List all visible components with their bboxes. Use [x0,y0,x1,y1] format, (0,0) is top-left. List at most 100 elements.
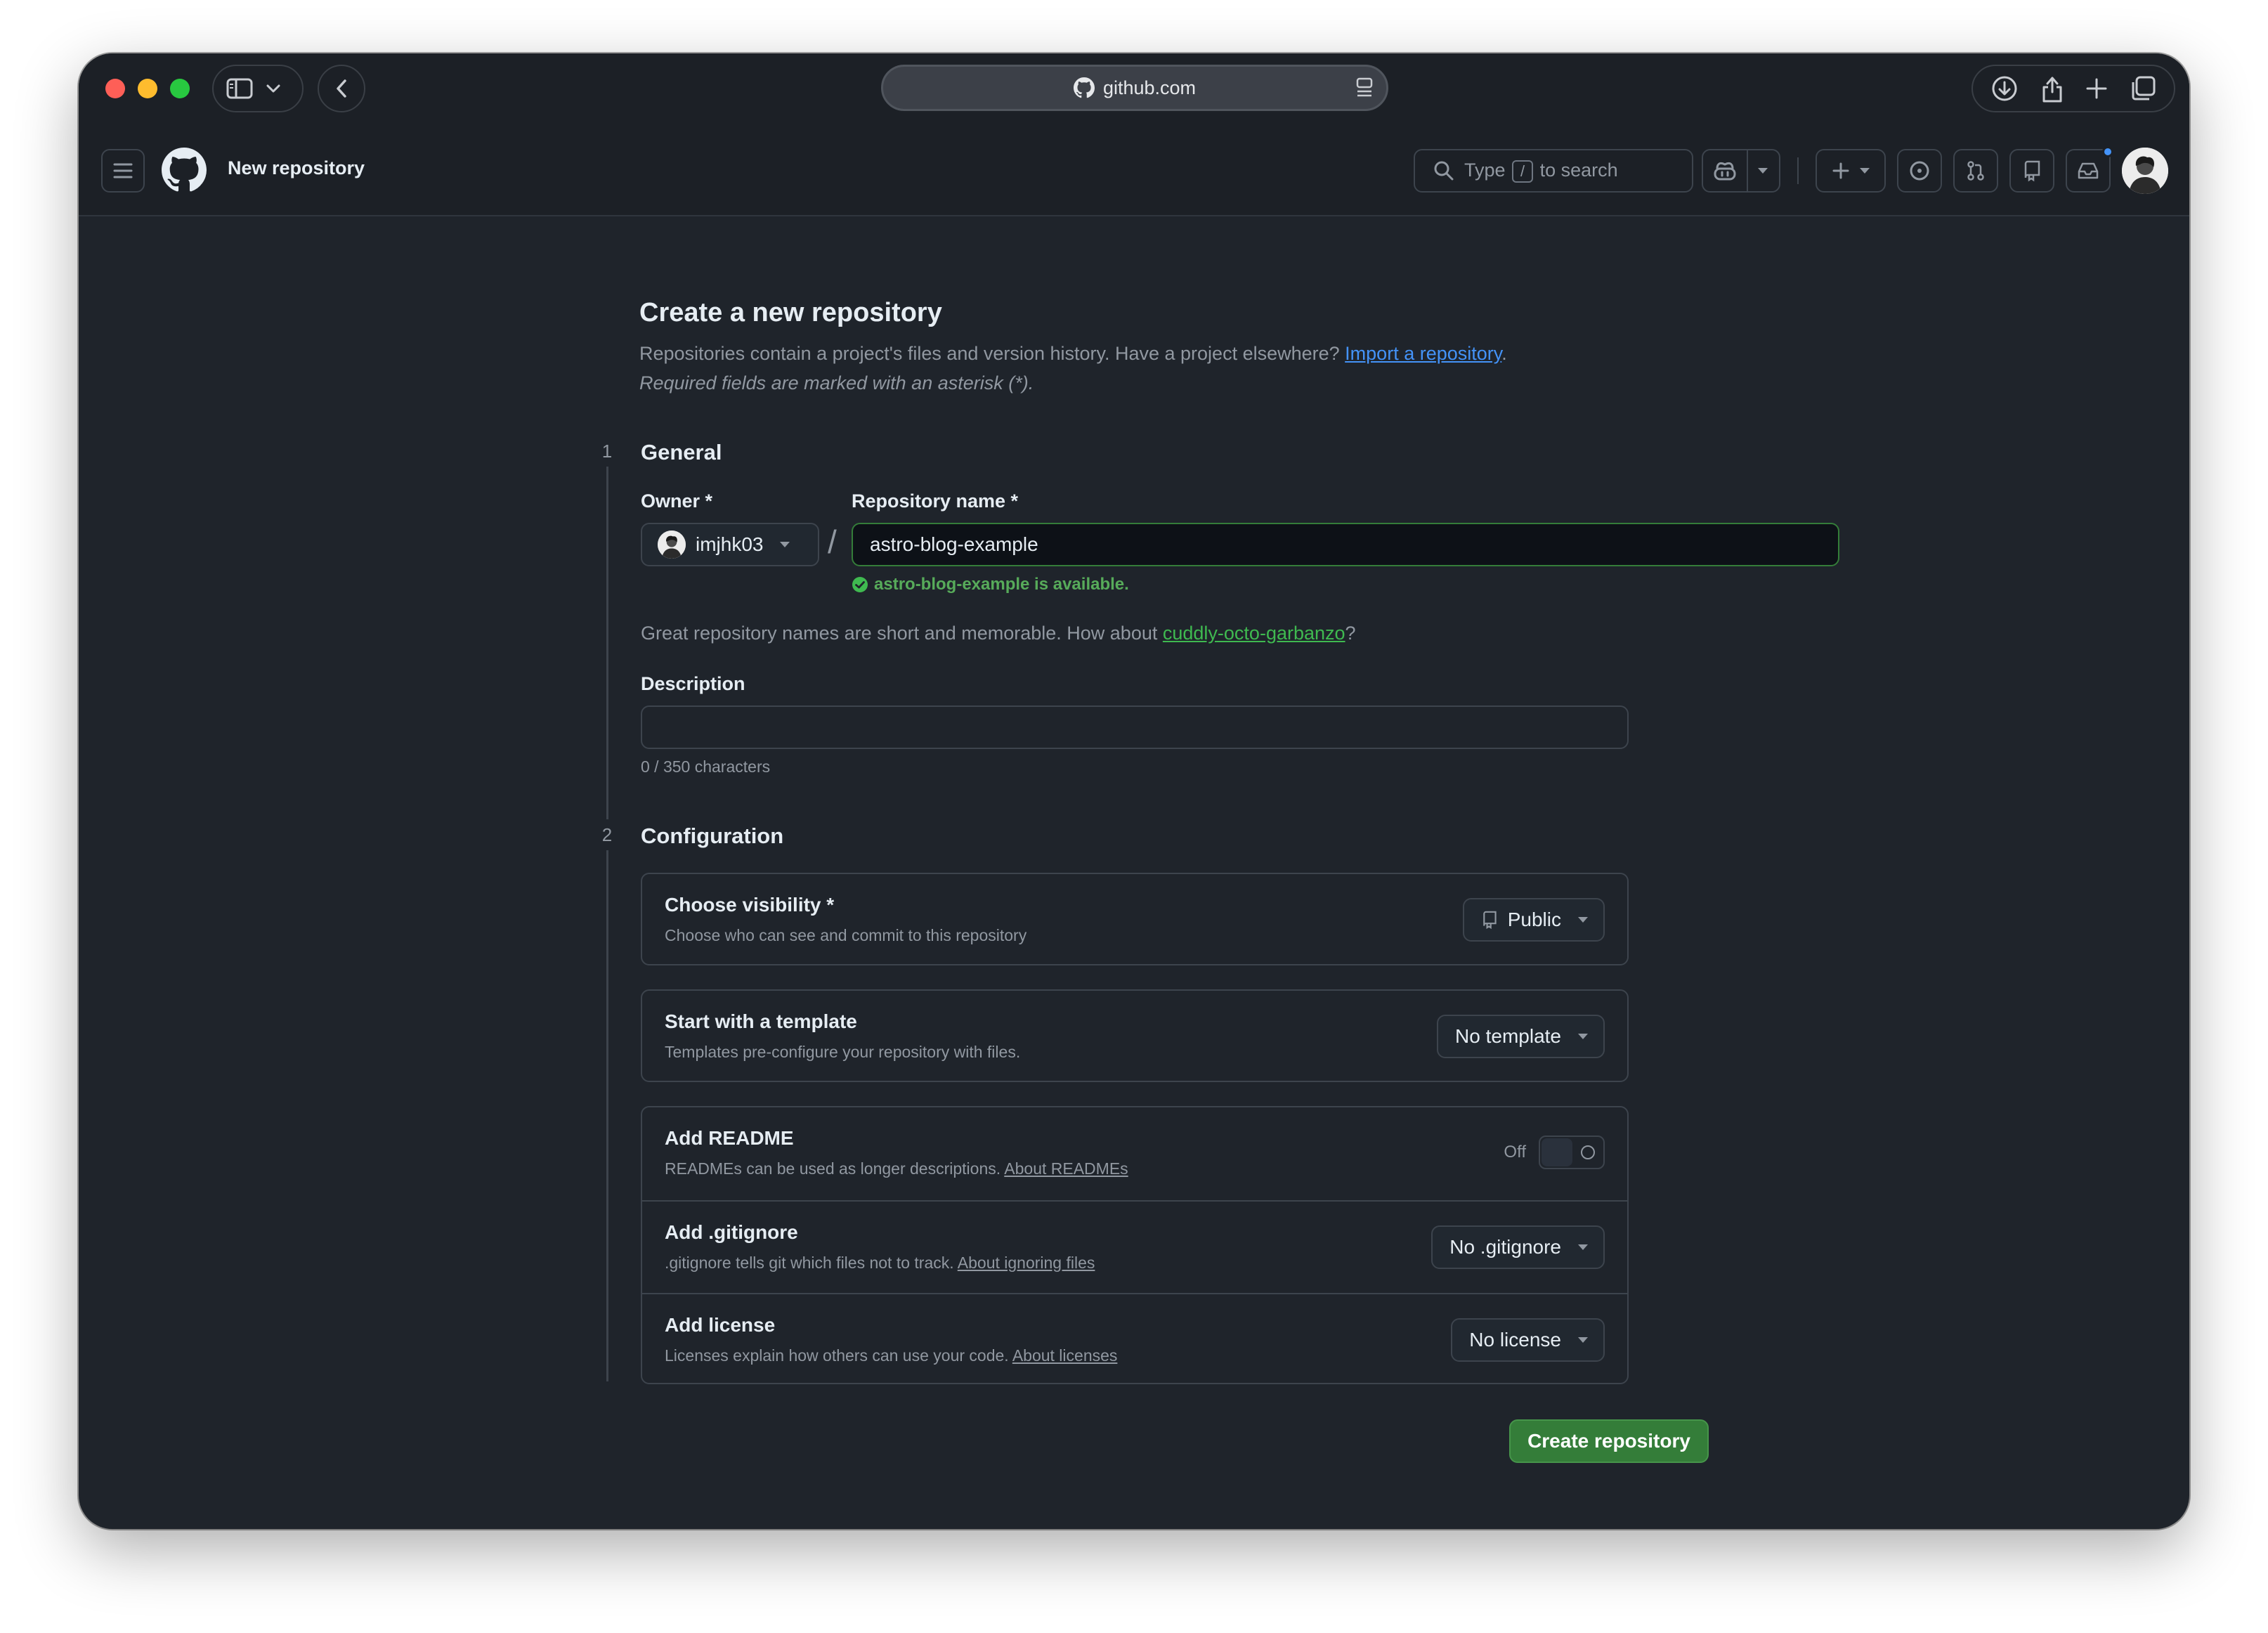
main-content: Create a new repository Repositories con… [79,216,2189,1529]
github-header: New repository Type / to search [79,125,2189,216]
maximize-window-button[interactable] [170,79,190,98]
template-dropdown[interactable]: No template [1437,1015,1605,1058]
search-icon [1433,160,1454,181]
hamburger-icon [112,162,133,179]
repo-icon [2022,160,2042,182]
visibility-caret-icon [1578,917,1588,923]
step-number: 1 [592,436,623,467]
owner-label: Owner * [641,490,713,512]
notification-indicator [2102,146,2113,157]
global-nav-menu-button[interactable] [101,149,145,193]
copilot-menu-caret-icon[interactable] [1758,168,1768,174]
visibility-value: Public [1507,909,1561,930]
back-button[interactable] [318,65,365,112]
gitignore-title: Add .gitignore [665,1221,798,1243]
tab-overview-icon[interactable] [2130,75,2156,102]
copilot-button[interactable] [1702,149,1780,193]
readme-description: READMEs can be used as longer descriptio… [665,1159,1128,1178]
minimize-window-button[interactable] [138,79,157,98]
copilot-icon [1713,160,1737,181]
github-favicon-icon [1073,77,1095,98]
gitignore-caret-icon [1578,1244,1588,1250]
owner-caret-icon [780,542,790,547]
close-window-button[interactable] [105,79,125,98]
readme-title: Add README [665,1127,794,1149]
notifications-button[interactable] [2066,146,2113,193]
download-icon[interactable] [1990,74,2019,103]
section-title-configuration: Configuration [641,824,784,848]
repository-name-label: Repository name * [852,490,1019,512]
template-row: Start with a template Templates pre-conf… [642,991,1627,1084]
pull-requests-button[interactable] [1953,149,1998,193]
readme-toggle-label: Off [1504,1143,1526,1162]
check-circle-icon [852,576,868,593]
owner-avatar [658,531,686,559]
owner-value: imjhk03 [696,533,764,555]
repositories-button[interactable] [2009,149,2054,193]
search-input[interactable]: Type / to search [1414,149,1693,193]
license-row: Add license Licenses explain how others … [642,1293,1627,1386]
import-repository-link[interactable]: Import a repository [1345,343,1501,364]
template-caret-icon [1578,1034,1588,1039]
about-ignoring-files-link[interactable]: About ignoring files [958,1254,1095,1272]
template-title: Start with a template [665,1010,857,1032]
availability-message: astro-blog-example is available. [852,575,1129,594]
template-card: Start with a template Templates pre-conf… [641,989,1629,1082]
new-tab-icon[interactable] [2085,77,2108,100]
visibility-dropdown[interactable]: Public [1462,898,1605,942]
user-avatar[interactable] [2122,148,2168,194]
github-logo-icon[interactable] [162,148,207,193]
step-number: 2 [592,819,623,850]
sidebar-icon [226,78,253,99]
description-label: Description [641,673,745,694]
create-repository-button[interactable]: Create repository [1509,1419,1709,1463]
description-char-count: 0 / 350 characters [641,757,771,776]
visibility-row: Choose visibility * Choose who can see a… [642,874,1627,967]
toggle-off-icon [1581,1145,1595,1159]
sidebar-toggle-button[interactable] [212,65,304,112]
name-suggestion: Great repository names are short and mem… [641,623,1356,644]
section-title-general: General [641,440,722,464]
required-fields-note: Required fields are marked with an aster… [639,372,1034,393]
page-description: Repositories contain a project's files a… [639,343,1507,364]
about-licenses-link[interactable]: About licenses [1012,1346,1118,1365]
description-input[interactable] [641,705,1629,749]
readme-toggle-wrap: Off [1504,1136,1605,1169]
repo-icon [1481,909,1498,930]
visibility-card: Choose visibility * Choose who can see a… [641,873,1629,965]
issue-opened-icon [1908,160,1931,182]
chevron-left-icon [335,79,348,98]
readme-row: Add README READMEs can be used as longer… [642,1107,1627,1200]
suggested-name-link[interactable]: cuddly-octo-garbanzo [1163,623,1345,644]
steps-timeline [606,450,608,1381]
readme-toggle-switch[interactable] [1539,1136,1605,1169]
url-text: github.com [1102,77,1197,98]
create-new-button[interactable] [1816,149,1886,193]
browser-toolbar-right [1972,65,2175,112]
git-pull-request-icon [1964,160,1987,182]
license-dropdown[interactable]: No license [1451,1318,1605,1362]
plus-icon [1832,162,1850,180]
about-readmes-link[interactable]: About READMEs [1004,1159,1128,1178]
repository-extras-card: Add README READMEs can be used as longer… [641,1106,1629,1384]
repository-name-input[interactable] [852,523,1839,566]
share-icon[interactable] [2040,74,2064,103]
issues-button[interactable] [1897,149,1942,193]
gitignore-dropdown[interactable]: No .gitignore [1431,1225,1605,1269]
template-value: No template [1455,1025,1561,1047]
visibility-title: Choose visibility * [665,894,835,916]
browser-window: github.com New repository Type / to sear… [79,53,2189,1529]
inbox-icon [2077,161,2099,181]
page-context-title[interactable]: New repository [228,157,365,179]
chevron-down-icon [266,84,281,93]
license-title: Add license [665,1314,776,1336]
owner-repo-separator: / [828,523,837,560]
header-divider [1797,157,1799,184]
license-caret-icon [1578,1337,1588,1343]
reader-mode-icon[interactable] [1355,77,1374,98]
owner-select[interactable]: imjhk03 [641,523,819,566]
gitignore-row: Add .gitignore .gitignore tells git whic… [642,1200,1627,1293]
gitignore-value: No .gitignore [1449,1236,1561,1258]
address-bar[interactable]: github.com [881,65,1388,111]
create-caret-icon [1860,168,1870,174]
